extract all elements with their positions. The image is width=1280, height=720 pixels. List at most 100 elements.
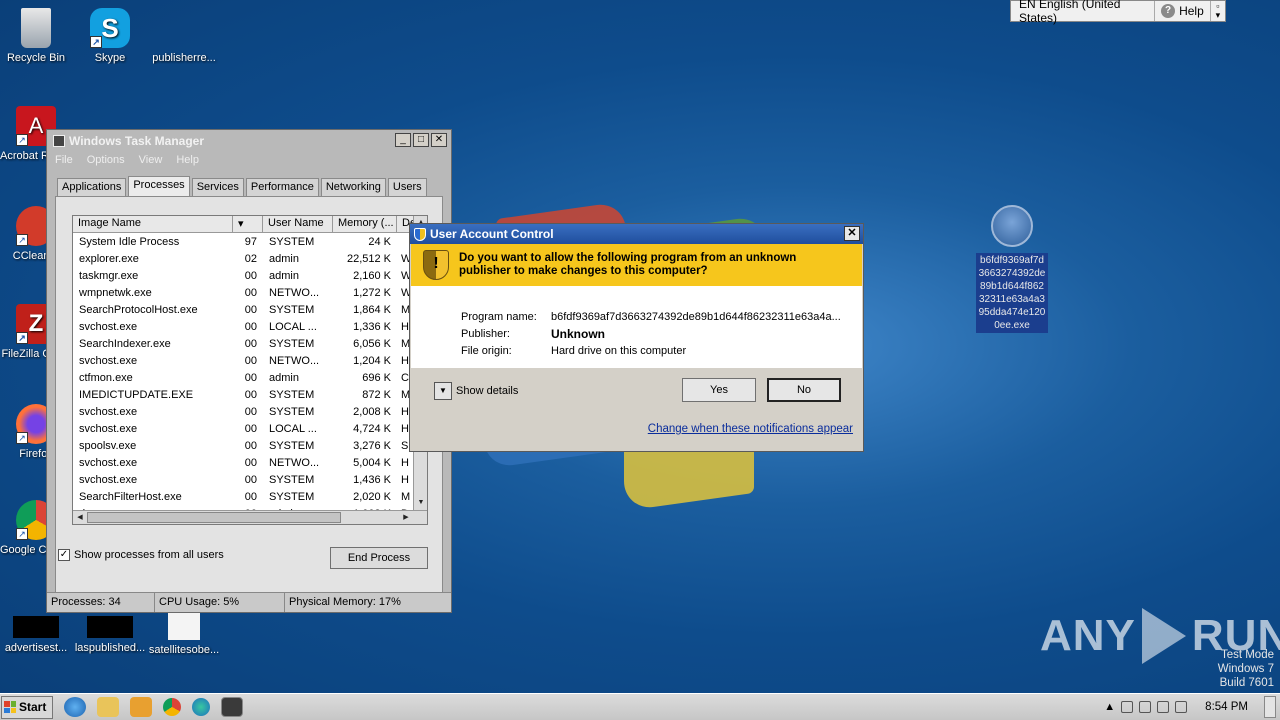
edge-icon[interactable] bbox=[192, 698, 210, 716]
black-file-icon bbox=[87, 616, 133, 638]
table-row[interactable]: taskmgr.exe 00 admin 2,160 KW bbox=[73, 267, 427, 284]
process-user: SYSTEM bbox=[269, 303, 315, 316]
show-all-processes-label: Show processes from all users bbox=[74, 549, 224, 561]
show-details-toggle[interactable]: ▼ Show details bbox=[434, 382, 518, 400]
uac-warning-banner: ! Do you want to allow the following pro… bbox=[411, 244, 862, 286]
start-button[interactable]: Start bbox=[1, 695, 53, 719]
media-player-icon[interactable] bbox=[130, 697, 152, 717]
table-row[interactable]: wmpnetwk.exe 00 NETWO... 1,272 KW bbox=[73, 284, 427, 301]
desktop-icon-advertisest[interactable]: advertisest... bbox=[0, 616, 72, 654]
column-user-name[interactable]: User Name bbox=[263, 216, 333, 232]
uac-field-value: Hard drive on this computer bbox=[551, 344, 687, 357]
menu-file[interactable]: File bbox=[55, 154, 73, 168]
action-center-flag-icon[interactable] bbox=[1175, 701, 1188, 713]
chevron-down-icon[interactable]: ▼ bbox=[434, 382, 452, 400]
speaker-icon[interactable] bbox=[1121, 701, 1134, 713]
build-label: Build 7601 bbox=[1219, 677, 1274, 689]
process-memory: 2,160 K bbox=[353, 269, 391, 282]
chrome-taskbar-icon[interactable] bbox=[163, 698, 181, 716]
maximize-button[interactable]: □ bbox=[413, 133, 429, 147]
process-name: spoolsv.exe bbox=[79, 439, 137, 452]
menu-help[interactable]: Help bbox=[176, 154, 199, 168]
process-user: admin bbox=[269, 269, 299, 282]
desktop-icon-malware-exe[interactable]: b6fdf9369af7d3663274392de89b1d644f862323… bbox=[976, 205, 1048, 333]
table-row[interactable]: IMEDICTUPDATE.EXE 00 SYSTEM 872 KM bbox=[73, 386, 427, 403]
ie-icon[interactable] bbox=[64, 697, 86, 717]
process-name: explorer.exe bbox=[79, 252, 139, 265]
process-name: svchost.exe bbox=[79, 354, 138, 367]
task-manager-taskbar-icon[interactable] bbox=[221, 697, 243, 717]
network-icon[interactable] bbox=[1139, 701, 1152, 713]
tab-applications[interactable]: Applications bbox=[57, 178, 127, 196]
file-icon bbox=[164, 8, 204, 48]
table-row[interactable]: explorer.exe 02 admin 22,512 KW bbox=[73, 250, 427, 267]
minimize-button[interactable]: _ bbox=[395, 133, 411, 147]
clock[interactable]: 8:54 PM bbox=[1205, 701, 1248, 713]
process-cpu: 00 bbox=[244, 405, 257, 418]
tab-users[interactable]: Users bbox=[387, 178, 427, 196]
process-user: SYSTEM bbox=[269, 235, 315, 248]
scroll-left-icon[interactable]: ◀ bbox=[73, 511, 87, 524]
tab-processes[interactable]: Processes bbox=[128, 176, 190, 196]
desktop-icon-recycle-bin[interactable]: Recycle Bin bbox=[0, 8, 72, 64]
process-table: Image Name ▾ User Name Memory (... De Sy… bbox=[72, 215, 428, 525]
recycle-bin-icon bbox=[21, 8, 51, 48]
horizontal-scroll-thumb[interactable] bbox=[87, 512, 341, 523]
language-selector[interactable]: EN English (United States) bbox=[1011, 0, 1156, 25]
process-user: LOCAL ... bbox=[269, 320, 317, 333]
tab-performance[interactable]: Performance bbox=[245, 178, 319, 196]
table-row[interactable]: svchost.exe 00 SYSTEM 2,008 KH bbox=[73, 403, 427, 420]
table-row[interactable]: svchost.exe 00 LOCAL ... 4,724 KH bbox=[73, 420, 427, 437]
process-name: System Idle Process bbox=[79, 235, 180, 248]
tab-services[interactable]: Services bbox=[191, 178, 244, 196]
task-manager-titlebar[interactable]: Windows Task Manager bbox=[47, 130, 451, 152]
table-row[interactable]: svchost.exe 00 NETWO... 1,204 KH bbox=[73, 352, 427, 369]
tab-networking[interactable]: Networking bbox=[320, 178, 386, 196]
power-icon[interactable] bbox=[1157, 701, 1170, 713]
menu-options[interactable]: Options bbox=[87, 154, 125, 168]
table-row[interactable]: SearchFilterHost.exe 00 SYSTEM 2,020 KM bbox=[73, 488, 427, 505]
help-button[interactable]: ? Help bbox=[1155, 1, 1211, 21]
show-all-processes-checkbox[interactable]: ✓ Show processes from all users bbox=[58, 549, 224, 561]
scroll-down-icon[interactable]: ▼ bbox=[414, 496, 427, 510]
uac-close-button[interactable]: ✕ bbox=[844, 226, 860, 241]
process-cpu: 00 bbox=[244, 422, 257, 435]
table-row[interactable]: ctfmon.exe 00 admin 696 KC bbox=[73, 369, 427, 386]
horizontal-scrollbar[interactable]: ◀ ▶ bbox=[73, 510, 427, 524]
table-row[interactable]: System Idle Process 97 SYSTEM 24 K bbox=[73, 233, 427, 250]
column-image-name[interactable]: Image Name bbox=[73, 216, 233, 232]
column-memory[interactable]: Memory (... bbox=[333, 216, 397, 232]
no-button[interactable]: No bbox=[767, 378, 841, 402]
table-row[interactable]: svchost.exe 00 LOCAL ... 1,336 KH bbox=[73, 318, 427, 335]
table-row[interactable]: SearchIndexer.exe 00 SYSTEM 6,056 KM bbox=[73, 335, 427, 352]
show-desktop-button[interactable] bbox=[1264, 696, 1276, 718]
show-details-label: Show details bbox=[456, 385, 519, 397]
change-notifications-link[interactable]: Change when these notifications appear bbox=[648, 423, 853, 435]
desktop-icon-publisher[interactable]: publisherre... bbox=[148, 8, 220, 64]
uac-info-row: Program name: b6fdf9369af7d3663274392de89… bbox=[461, 308, 847, 325]
process-user: SYSTEM bbox=[269, 388, 315, 401]
langbar-options-icon[interactable]: ▫ ▾ bbox=[1211, 2, 1225, 20]
process-name: IMEDICTUPDATE.EXE bbox=[79, 388, 194, 401]
table-row[interactable]: SearchProtocolHost.exe 00 SYSTEM 1,864 KM bbox=[73, 301, 427, 318]
table-row[interactable]: svchost.exe 00 NETWO... 5,004 KH bbox=[73, 454, 427, 471]
process-name: SearchIndexer.exe bbox=[79, 337, 171, 350]
process-cpu: 02 bbox=[244, 252, 257, 265]
uac-field-value: b6fdf9369af7d3663274392de89b1d644f862323… bbox=[551, 310, 841, 323]
column-cpu-sort[interactable]: ▾ bbox=[233, 216, 263, 232]
end-process-button[interactable]: End Process bbox=[330, 547, 428, 569]
yes-button[interactable]: Yes bbox=[682, 378, 756, 402]
desktop-icon-laspublished[interactable]: laspublished... bbox=[74, 616, 146, 654]
table-row[interactable]: spoolsv.exe 00 SYSTEM 3,276 KS bbox=[73, 437, 427, 454]
menu-view[interactable]: View bbox=[139, 154, 163, 168]
close-button[interactable]: ✕ bbox=[431, 133, 447, 147]
process-cpu: 00 bbox=[244, 371, 257, 384]
table-row[interactable]: svchost.exe 00 SYSTEM 1,436 KH bbox=[73, 471, 427, 488]
scroll-right-icon[interactable]: ▶ bbox=[399, 511, 413, 524]
tray-expand-icon[interactable]: ▲ bbox=[1104, 701, 1115, 713]
uac-titlebar[interactable]: User Account Control bbox=[410, 224, 863, 244]
desktop-icon-skype[interactable]: S ↗ Skype bbox=[74, 8, 146, 64]
desktop-icon-satellite[interactable]: satellitesobe... bbox=[148, 610, 220, 656]
folder-icon[interactable] bbox=[97, 697, 119, 717]
process-user: SYSTEM bbox=[269, 405, 315, 418]
